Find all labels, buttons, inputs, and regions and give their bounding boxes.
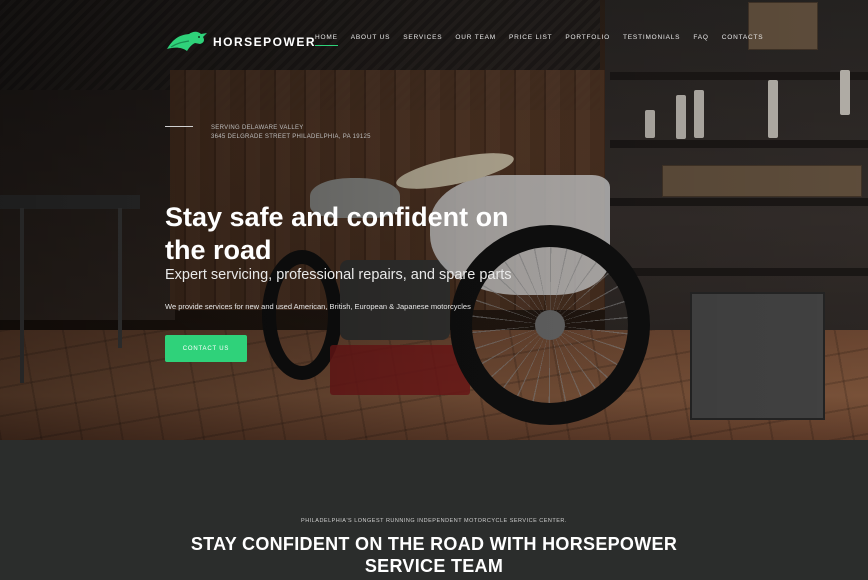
horse-head-icon xyxy=(167,31,207,51)
divider-rule xyxy=(165,126,193,127)
main-nav: HOME ABOUT US SERVICES OUR TEAM PRICE LI… xyxy=(315,34,764,46)
nav-item-portfolio[interactable]: PORTFOLIO xyxy=(565,34,610,41)
nav-item-about-us[interactable]: ABOUT US xyxy=(351,34,391,41)
nav-item-home[interactable]: HOME xyxy=(315,34,338,46)
section-eyebrow: PHILADELPHIA'S LONGEST RUNNING INDEPENDE… xyxy=(301,518,567,524)
hero-description: We provide services for new and used Ame… xyxy=(165,302,471,311)
logo-link[interactable]: HORSEPOWER xyxy=(165,28,316,56)
hero-headline: Stay safe and confident on the road xyxy=(165,202,509,265)
intro-section: PHILADELPHIA'S LONGEST RUNNING INDEPENDE… xyxy=(0,440,868,580)
nav-item-contacts[interactable]: CONTACTS xyxy=(722,34,764,41)
serving-area: SERVING DELAWARE VALLEY xyxy=(211,125,304,131)
nav-item-price-list[interactable]: PRICE LIST xyxy=(509,34,552,41)
brand-name: HORSEPOWER xyxy=(213,35,317,49)
section-title: STAY CONFIDENT ON THE ROAD WITH HORSEPOW… xyxy=(190,534,678,576)
hero-section: HORSEPOWER HOME ABOUT US SERVICES OUR TE… xyxy=(0,0,868,440)
nav-item-testimonials[interactable]: TESTIMONIALS xyxy=(623,34,680,41)
nav-item-services[interactable]: SERVICES xyxy=(403,34,442,41)
nav-item-faq[interactable]: FAQ xyxy=(693,34,708,41)
nav-item-our-team[interactable]: OUR TEAM xyxy=(455,34,496,41)
contact-us-button[interactable]: CONTACT US xyxy=(165,335,247,362)
hero-subheadline: Expert servicing, professional repairs, … xyxy=(165,267,512,283)
address: 3645 DELGRADE STREET PHILADELPHIA, PA 19… xyxy=(211,134,371,140)
